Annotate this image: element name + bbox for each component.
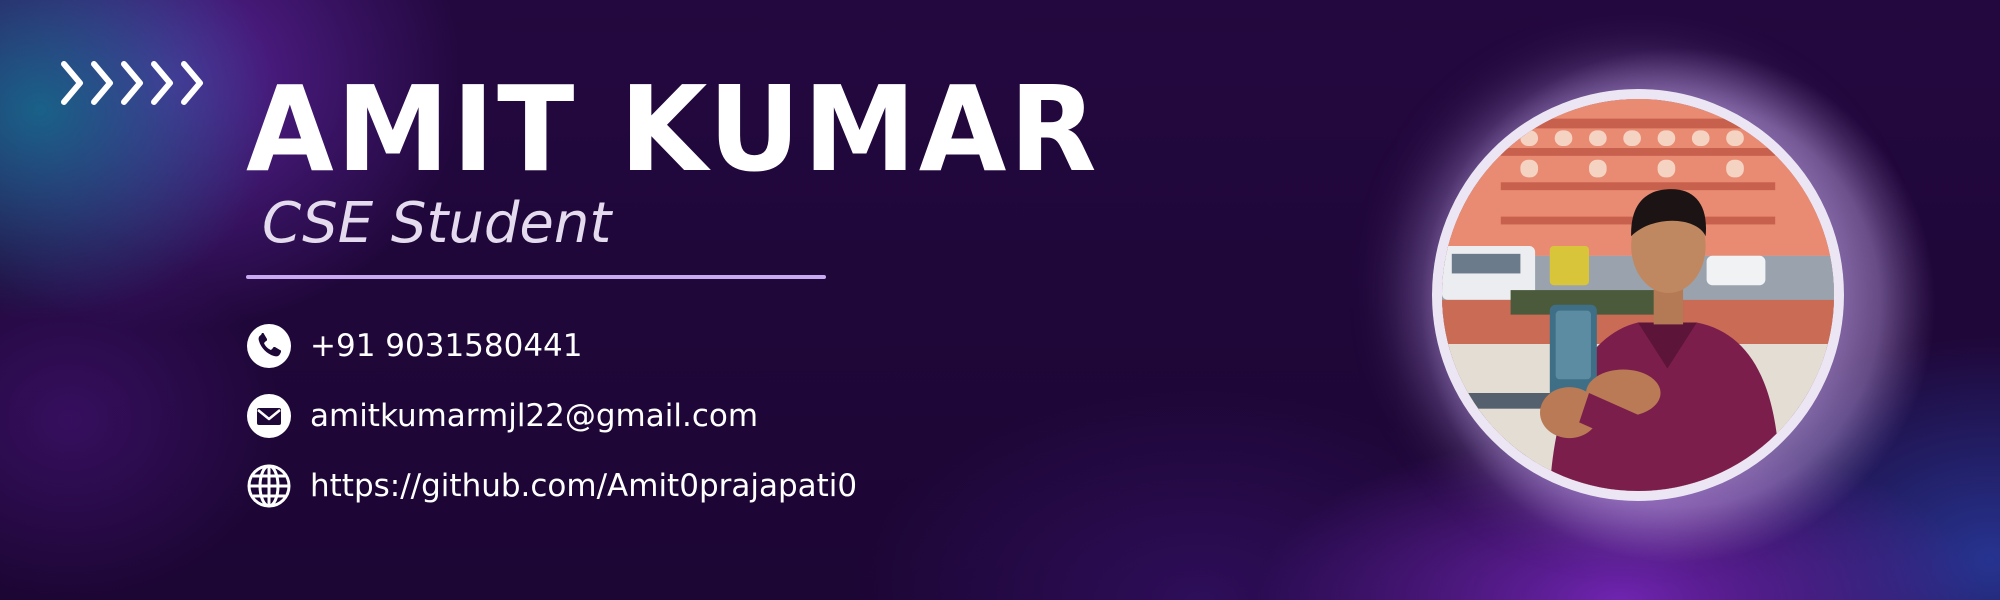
email-text: amitkumarmjl22@gmail.com	[310, 398, 759, 434]
website-text: https://github.com/Amit0prajapati0	[310, 468, 858, 504]
phone-icon	[246, 323, 292, 369]
contact-list: +91 9031580441 amitkumarmjl22@gmail.com	[246, 322, 857, 532]
profile-role: CSE Student	[262, 191, 612, 256]
contact-website[interactable]: https://github.com/Amit0prajapati0	[246, 462, 857, 510]
divider-line	[246, 275, 826, 279]
chevrons-icon	[61, 61, 203, 105]
mail-icon	[246, 393, 292, 439]
contact-email[interactable]: amitkumarmjl22@gmail.com	[246, 392, 857, 440]
phone-text: +91 9031580441	[310, 328, 583, 364]
contact-phone[interactable]: +91 9031580441	[246, 322, 857, 370]
profile-photo	[1432, 89, 1844, 501]
profile-name: AMIT KUMAR	[246, 60, 1100, 198]
globe-icon	[246, 463, 292, 509]
